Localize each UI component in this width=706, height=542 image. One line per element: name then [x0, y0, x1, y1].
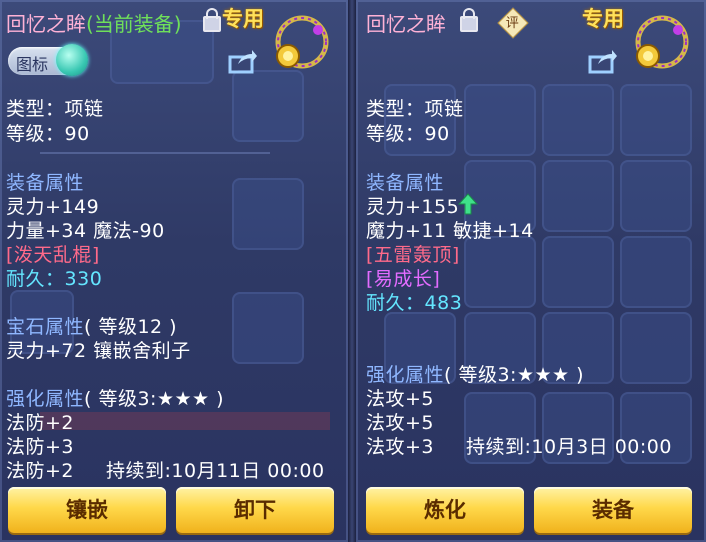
durability: 耐久：483	[366, 288, 462, 315]
rating-badge-icon[interactable]: 评	[497, 7, 529, 39]
bg-slot	[620, 236, 692, 308]
toggle-knob[interactable]	[56, 44, 88, 76]
enhance-attr-row: 强化属性( 等级3:★★★ )	[366, 360, 584, 387]
attr-line: 灵力+149	[6, 196, 100, 218]
special-skill: [泼天乱棍]	[6, 244, 100, 266]
item-level: 等级：90	[366, 123, 450, 145]
enhance-line: 法防+2	[6, 412, 75, 434]
bg-slot	[542, 160, 614, 232]
attr-line: 魔力+11 敏捷+14	[366, 220, 534, 242]
enhance-line: 法攻+5	[366, 388, 435, 410]
gem-attr-row: 宝石属性( 等级12 )	[6, 312, 177, 339]
bg-slot	[542, 84, 614, 156]
equip-attr-header: 装备属性	[6, 172, 85, 194]
icon-toggle-label: 图标	[16, 55, 49, 74]
bg-slot	[232, 70, 304, 142]
left-item-tooltip: 回忆之眸(当前装备) 专用 图标 类型：项链 等级：90 装备属性 灵力+149…	[0, 0, 348, 542]
gem-attr-header: 宝石属性	[6, 316, 85, 338]
icon-toggle[interactable]: 图标	[8, 44, 88, 76]
bg-slot	[542, 236, 614, 308]
gem-line: 灵力+72 镶嵌舍利子	[6, 340, 191, 362]
durability: 耐久：330	[6, 264, 102, 291]
enhance-attr-row: 强化属性( 等级3:★★★ )	[6, 384, 224, 411]
item-type: 类型：项链	[6, 98, 104, 120]
bg-slot	[620, 160, 692, 232]
necklace-icon	[635, 15, 689, 69]
enhance-attr-header: 强化属性	[366, 364, 445, 386]
special-skill: [五雷轰顶]	[366, 244, 460, 266]
enhance-level: ( 等级3:★★★ )	[444, 364, 585, 386]
share-icon[interactable]	[228, 48, 258, 74]
item-title: 回忆之眸(当前装备)	[6, 12, 182, 36]
bg-progress	[40, 412, 330, 430]
bg-divider	[40, 152, 270, 154]
exclusive-label: 专用	[582, 7, 624, 31]
enhance-line: 法攻+5	[366, 412, 435, 434]
item-title: 回忆之眸	[366, 12, 446, 36]
durability-value: 330	[64, 268, 103, 290]
gem-level: ( 等级12 )	[84, 316, 178, 338]
item-level: 等级：90	[6, 123, 90, 145]
durability-label: 耐久：	[366, 292, 425, 314]
durability-value: 483	[424, 292, 463, 314]
attr-line: 灵力+155	[366, 196, 460, 218]
enhance-level: ( 等级3:★★★ )	[84, 388, 225, 410]
bg-slot	[620, 312, 692, 384]
enhance-line: 法防+3	[6, 436, 75, 458]
equip-button[interactable]: 装备	[534, 487, 692, 533]
enhance-line: 法攻+3	[366, 436, 435, 458]
bg-slot	[620, 84, 692, 156]
bg-slot	[464, 236, 536, 308]
enhance-duration: 持续到:10月11日 00:00	[106, 460, 325, 482]
bg-slot	[232, 178, 304, 250]
special-effect: [易成长]	[366, 268, 441, 290]
share-icon[interactable]	[588, 48, 618, 74]
necklace-icon	[275, 15, 329, 69]
rating-badge-label: 评	[505, 16, 519, 32]
durability-label: 耐久：	[6, 268, 65, 290]
exclusive-label: 专用	[222, 7, 264, 31]
enhance-duration: 持续到:10月3日 00:00	[466, 436, 672, 458]
enhance-attr-header: 强化属性	[6, 388, 85, 410]
current-equipped-tag: (当前装备)	[86, 12, 182, 36]
equip-attr-header: 装备属性	[366, 172, 445, 194]
bg-slot	[232, 292, 304, 364]
unequip-button[interactable]: 卸下	[176, 487, 334, 533]
lock-open-icon[interactable]	[460, 8, 478, 32]
up-arrow-icon	[458, 193, 478, 215]
panel-divider	[348, 0, 356, 542]
attr-line: 力量+34 魔法-90	[6, 220, 165, 242]
bg-slot	[464, 84, 536, 156]
inlay-button[interactable]: 镶嵌	[8, 487, 166, 533]
refine-button[interactable]: 炼化	[366, 487, 524, 533]
lock-open-icon[interactable]	[203, 8, 221, 32]
enhance-line: 法防+2	[6, 460, 75, 482]
right-item-tooltip: 回忆之眸 评 专用 类型：项链 等级：90 装备属性 灵力+155 魔力+11 …	[356, 0, 706, 542]
item-type: 类型：项链	[366, 98, 464, 120]
